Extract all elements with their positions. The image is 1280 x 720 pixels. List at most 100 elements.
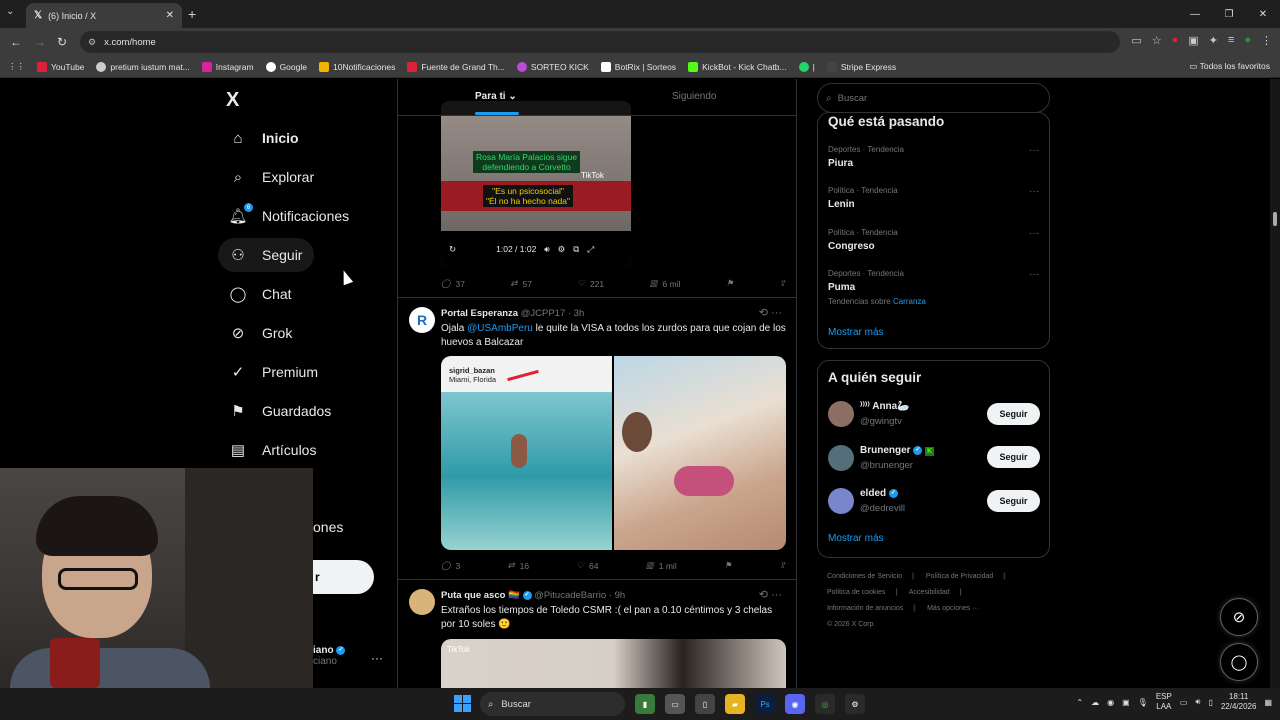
tweet3-video[interactable]: TikTok xyxy=(441,639,786,688)
follow-button[interactable]: Seguir xyxy=(987,490,1040,512)
clock[interactable]: 18:11 22/4/2026 xyxy=(1221,692,1257,712)
replay-icon[interactable]: ↻ xyxy=(449,244,456,255)
bookmark-kickbot[interactable]: KickBot - Kick Chatb... xyxy=(688,61,787,72)
extensions-icon[interactable]: ✦ xyxy=(1209,34,1218,47)
x-logo-icon[interactable]: X xyxy=(226,89,239,112)
bookmark-star-icon[interactable]: ☆ xyxy=(1152,34,1162,47)
network-icon[interactable]: ▭ xyxy=(1180,698,1188,707)
new-tab-icon[interactable]: + xyxy=(188,6,196,22)
menu-icon[interactable]: ⋮ xyxy=(1261,34,1272,47)
account-switcher[interactable]: iano ✓ ciano xyxy=(313,645,346,667)
chrome-icon[interactable]: ◎ xyxy=(815,694,835,714)
footer-link[interactable]: Política de cookies xyxy=(827,589,885,596)
nav-bookmarks[interactable]: ⚑ Guardados xyxy=(218,394,343,428)
grok-fab-icon[interactable]: ⊘ xyxy=(1220,598,1258,636)
trend-more-icon[interactable]: ··· xyxy=(1029,269,1039,280)
footer-link[interactable]: Condiciones de Servicio xyxy=(827,573,902,580)
account-more-icon[interactable]: ··· xyxy=(371,651,383,665)
tab-for-you[interactable]: Para ti ⌄ xyxy=(475,91,517,102)
bookmark-10notificaciones[interactable]: 10Notificaciones xyxy=(318,61,395,72)
bookmark-whatsapp[interactable]: | xyxy=(798,61,815,72)
scrollbar-thumb[interactable] xyxy=(1273,212,1277,226)
extension-icon[interactable]: ▣ xyxy=(1188,34,1198,47)
extension-red-icon[interactable]: ● xyxy=(1172,34,1179,47)
tweet2-images[interactable]: sigrid_bazan Miami, Florida xyxy=(441,356,786,550)
app-icon[interactable]: ⚙ xyxy=(845,694,865,714)
back-icon[interactable]: ← xyxy=(10,35,22,49)
nav-home[interactable]: ⌂ Inicio xyxy=(218,121,311,155)
reload-icon[interactable]: ↻ xyxy=(57,35,67,49)
trend-name[interactable]: Congreso xyxy=(828,241,875,252)
views-button[interactable]: ▥ 6 mil xyxy=(650,278,681,289)
follow-name[interactable]: elded ✓ xyxy=(860,488,898,499)
avatar[interactable] xyxy=(828,401,854,427)
tweet2-image-2[interactable] xyxy=(614,356,786,550)
bookmark-button[interactable]: ⚑ xyxy=(724,560,732,571)
follow-name[interactable]: ⁾⁾⁾⁾ Anna🦢 xyxy=(860,401,910,412)
all-bookmarks[interactable]: ▭ Todos los favoritos xyxy=(1189,61,1270,72)
nav-explore[interactable]: ⌕ Explorar xyxy=(218,160,326,194)
avatar[interactable] xyxy=(828,488,854,514)
trend-name[interactable]: Puma xyxy=(828,282,855,293)
bookmark-botrix[interactable]: BotRix | Sorteos xyxy=(600,61,676,72)
minimize-icon[interactable]: — xyxy=(1178,0,1212,28)
footer-link[interactable]: Accesibilidad xyxy=(909,589,950,596)
reply-button[interactable]: ◯ 37 xyxy=(441,278,465,289)
show-more-link[interactable]: Mostrar más xyxy=(828,533,884,544)
language-indicator[interactable]: ESP LAA xyxy=(1156,692,1172,712)
tweet-video[interactable]: Rosa María Palacios sigue defendiendo a … xyxy=(441,101,631,267)
tray-app-icon[interactable]: ▣ xyxy=(1122,698,1130,707)
task-view-icon[interactable]: ▭ xyxy=(665,694,685,714)
footer-link[interactable]: Información de anuncios xyxy=(827,605,903,612)
trend-more-icon[interactable]: ··· xyxy=(1029,186,1039,197)
avatar[interactable] xyxy=(409,589,435,615)
like-button[interactable]: ♡ 64 xyxy=(576,560,598,571)
discord-icon[interactable]: ◉ xyxy=(785,694,805,714)
address-bar[interactable]: ⚙ x.com/home xyxy=(80,31,1120,53)
views-button[interactable]: ▥ 1 mil xyxy=(646,560,677,571)
bookmark-button[interactable]: ⚑ xyxy=(726,278,734,289)
onedrive-icon[interactable]: ☁ xyxy=(1091,698,1099,707)
bookmark-sorteo-kick[interactable]: SORTEO KICK xyxy=(516,61,589,72)
show-more-link[interactable]: Mostrar más xyxy=(828,327,884,338)
bookmark-fuente-gta[interactable]: Fuente de Grand Th... xyxy=(407,61,505,72)
tweet2-image-1[interactable]: sigrid_bazan Miami, Florida xyxy=(441,356,612,550)
browser-tab[interactable]: 𝕏 (6) Inicio / X ✕ xyxy=(26,3,182,28)
like-button[interactable]: ♡ 221 xyxy=(577,278,604,289)
share-button[interactable]: ⇧ xyxy=(779,560,786,571)
nav-grok[interactable]: ⊘ Grok xyxy=(218,316,304,350)
tweet2-author[interactable]: Portal Esperanza @JCPP17 · 3h xyxy=(441,308,584,319)
trend-more-icon[interactable]: ··· xyxy=(1029,145,1039,156)
post-button[interactable]: r xyxy=(313,560,374,594)
bookmark-instagram[interactable]: Instagram xyxy=(201,61,254,72)
bookmark-google[interactable]: Google xyxy=(265,61,307,72)
nav-premium[interactable]: ✓ Premium xyxy=(218,355,330,389)
search-input[interactable]: ⌕ Buscar xyxy=(817,83,1050,113)
follow-button[interactable]: Seguir xyxy=(987,446,1040,468)
mention-link[interactable]: @USAmbPeru xyxy=(467,323,533,334)
bookmark-stripe[interactable]: Stripe Express xyxy=(826,61,896,72)
trend-more-icon[interactable]: ··· xyxy=(1029,228,1039,239)
follow-name[interactable]: Brunenger ✓ K xyxy=(860,445,935,456)
reply-button[interactable]: ◯ 3 xyxy=(441,560,460,571)
restore-icon[interactable]: ❐ xyxy=(1212,0,1246,28)
avatar[interactable]: R xyxy=(409,307,435,333)
settings-icon[interactable]: ⚙ xyxy=(558,244,566,255)
trend-name[interactable]: Lenin xyxy=(828,199,855,210)
tab-close-icon[interactable]: ✕ xyxy=(166,10,174,21)
notifications-icon[interactable]: ▦ xyxy=(1264,698,1272,707)
page-scrollbar[interactable] xyxy=(1270,79,1280,688)
repost-button[interactable]: ⇄ 16 xyxy=(508,560,530,571)
apps-icon[interactable]: ⋮⋮ xyxy=(8,61,25,72)
footer-link[interactable]: Más opciones ··· xyxy=(927,605,979,612)
nav-chat[interactable]: ◯ Chat xyxy=(218,277,304,311)
trend-related-link[interactable]: Carranza xyxy=(893,297,926,306)
forward-icon[interactable]: → xyxy=(34,35,46,49)
tab-search-icon[interactable]: ⌄ xyxy=(6,6,14,17)
share-button[interactable]: ⇧ xyxy=(779,278,786,289)
close-window-icon[interactable]: ✕ xyxy=(1246,0,1280,28)
tray-app-icon[interactable]: ◉ xyxy=(1107,698,1114,707)
tweet3-author[interactable]: Puta que asco 🏳️‍🌈 ✓ @PitucadeBarrio · 9… xyxy=(441,590,625,601)
reading-list-icon[interactable]: ≡ xyxy=(1228,34,1234,47)
nav-notifications[interactable]: 🔔︎ 6 Notificaciones xyxy=(218,199,361,233)
